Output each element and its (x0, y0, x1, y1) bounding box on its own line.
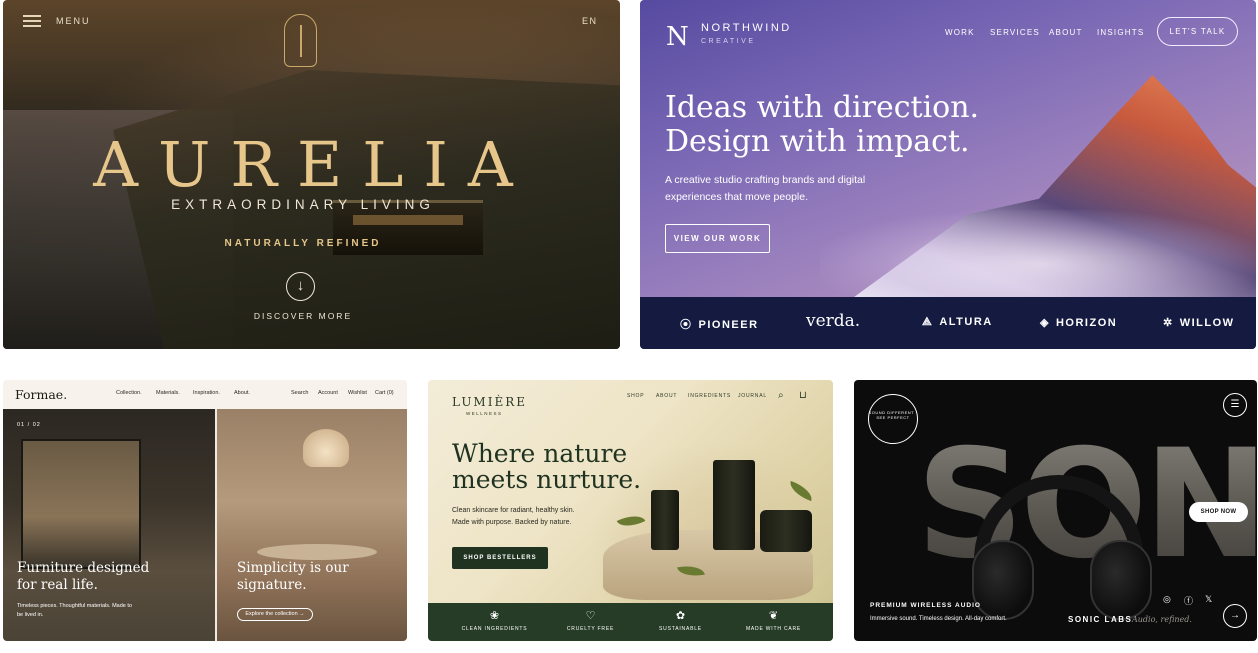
instagram-icon[interactable]: ◎ (1163, 594, 1171, 605)
feature-bar: ❀ CLEAN INGREDIENTS ♡ CRUELTY FREE ✿ SUS… (428, 603, 833, 641)
facebook-icon[interactable]: ⓕ (1184, 594, 1193, 607)
product-label: PREMIUM WIRELESS AUDIO (870, 602, 981, 609)
nav-cart[interactable]: Cart (0) (375, 390, 394, 396)
nav-about[interactable]: ABOUT (1049, 28, 1083, 37)
feature-clean-ingredients: ❀ CLEAN INGREDIENTS (444, 603, 545, 641)
tagline: EXTRAORDINARY LIVING (171, 197, 435, 212)
subtitle: NATURALLY REFINED (224, 238, 382, 249)
nav-about[interactable]: About. (234, 390, 250, 396)
view-our-work-button[interactable]: VIEW OUR WORK (665, 224, 770, 253)
client-logo-horizon: ◈ HORIZON (1040, 317, 1118, 329)
nav-journal[interactable]: JOURNAL (738, 393, 767, 399)
flower-icon: ❀ (489, 610, 500, 622)
hero-description: Clean skincare for radiant, healthy skin… (452, 505, 642, 529)
nav-wishlist[interactable]: Wishlist (348, 390, 367, 396)
badge-text: SOUND DIFFERENT · SEE PERFECT (868, 410, 918, 420)
arrow-down-icon[interactable]: ↓ (286, 272, 315, 301)
mountain-icon: ⟁ (922, 316, 934, 328)
paragraph-left: Timeless pieces. Thoughtful materials. M… (17, 603, 132, 618)
logo-name[interactable]: NORTHWIND (701, 22, 792, 34)
hero-headline: Where nature meets nurture. (452, 441, 652, 493)
discover-more-link[interactable]: DISCOVER MORE (3, 311, 603, 321)
plant-icon: ✿ (675, 610, 686, 622)
sonic-panel: SONIC SOUND DIFFERENT · SEE PERFECT ☰ SH… (854, 380, 1257, 641)
description-line-2: Made with purpose. Backed by nature. (452, 519, 572, 526)
formae-logo[interactable]: Formae. (15, 387, 67, 402)
aurelia-panel: MENU EN AURELIA EXTRAORDINARY LIVING NAT… (3, 0, 620, 349)
menu-label[interactable]: MENU (56, 16, 91, 26)
headphones-earcup-left (972, 540, 1034, 620)
headphones-earcup-right (1090, 540, 1152, 620)
nav-about[interactable]: ABOUT (656, 393, 677, 399)
heading-right: Simplicity is our signature. (237, 560, 349, 593)
lumiere-logo[interactable]: LUMIÈRE (452, 395, 527, 409)
formae-panel: Formae. Collection. Materials. Inspirati… (3, 380, 407, 641)
arrow-right-icon[interactable]: → (1223, 604, 1247, 628)
feature-cruelty-free: ♡ CRUELTY FREE (540, 603, 641, 641)
dining-table (257, 544, 377, 560)
feature-sustainable: ✿ SUSTAINABLE (630, 603, 731, 641)
cream-jar (760, 510, 812, 552)
hero-headline: Ideas with direction. Design with impact… (665, 91, 979, 159)
description-line-1: Clean skincare for radiant, healthy skin… (452, 507, 575, 514)
feature-made-with-care: ❦ MADE WITH CARE (723, 603, 824, 641)
dining-room-image (217, 409, 407, 641)
pioneer-icon: ⦿ (680, 319, 693, 331)
headline-line-2: meets nurture. (452, 465, 642, 494)
bunny-icon: ♡ (585, 610, 596, 622)
nav-search[interactable]: Search (291, 390, 308, 396)
nav-materials[interactable]: Materials. (156, 390, 180, 396)
tree-crest-icon[interactable] (284, 14, 317, 67)
client-logo-verda: verda. (806, 311, 861, 331)
client-logo-altura: ⟁ ALTURA (922, 316, 993, 328)
heading-left: Furniture designed for real life. (17, 560, 150, 593)
leaf-icon: ❦ (768, 610, 779, 622)
serum-bottle-small (651, 490, 679, 550)
nav-shop[interactable]: SHOP (627, 393, 644, 399)
lets-talk-button[interactable]: LET'S TALK (1157, 17, 1238, 46)
nav-insights[interactable]: INSIGHTS (1097, 28, 1144, 37)
nav-inspiration[interactable]: Inspiration. (193, 390, 220, 396)
logo-subtitle: CREATIVE (701, 38, 756, 45)
slogan: Audio, refined. (1132, 615, 1192, 624)
sonic-labs-label: SONIC LABS (1068, 615, 1133, 624)
horizon-icon: ◈ (1040, 317, 1050, 329)
product-description: Immersive sound. Timeless design. All-da… (870, 616, 1007, 622)
willow-icon: ✲ (1163, 317, 1174, 329)
lumiere-panel: LUMIÈRE WELLNESS SHOP ABOUT INGREDIENTS … (428, 380, 833, 641)
serum-bottle-large (713, 460, 755, 550)
headline-line-1: Ideas with direction. (665, 90, 980, 125)
pendant-lamp (303, 429, 349, 467)
x-icon[interactable]: 𝕏 (1205, 594, 1212, 605)
client-logo-bar: ⦿ PIONEER verda. ⟁ ALTURA ◈ HORIZON ✲ WILLOW (640, 297, 1256, 349)
northwind-logo-icon[interactable]: N (666, 22, 689, 52)
cloud-layer (820, 210, 1256, 300)
hamburger-menu-icon[interactable] (23, 15, 41, 27)
brand-title: AURELIA (93, 128, 533, 201)
shop-bestellers-button[interactable]: SHOP BESTELLERS (452, 547, 548, 569)
nav-account[interactable]: Account (318, 390, 338, 396)
client-logo-pioneer: ⦿ PIONEER (680, 319, 759, 331)
search-icon[interactable]: ⌕ (778, 390, 784, 401)
explore-collection-button[interactable]: Explore the collection → (237, 608, 313, 621)
menu-icon[interactable]: ☰ (1223, 393, 1247, 417)
northwind-panel: N NORTHWIND CREATIVE WORK SERVICES ABOUT… (640, 0, 1256, 349)
hero-description: A creative studio crafting brands and di… (665, 174, 866, 203)
nav-ingredients[interactable]: INGREDIENTS (688, 393, 731, 399)
shop-now-button[interactable]: SHOP NOW (1189, 502, 1248, 522)
language-selector[interactable]: EN (582, 16, 598, 26)
nav-collection[interactable]: Collection. (116, 390, 142, 396)
nav-work[interactable]: WORK (945, 28, 975, 37)
headline-line-1: Where nature (452, 439, 628, 468)
nav-services[interactable]: SERVICES (990, 28, 1040, 37)
slide-counter: 01 / 02 (17, 422, 41, 428)
client-logo-willow: ✲ WILLOW (1163, 317, 1235, 329)
cart-icon[interactable]: ⊔ (799, 390, 807, 401)
logo-subtitle: WELLNESS (466, 411, 503, 416)
headline-line-2: Design with impact. (665, 124, 970, 159)
